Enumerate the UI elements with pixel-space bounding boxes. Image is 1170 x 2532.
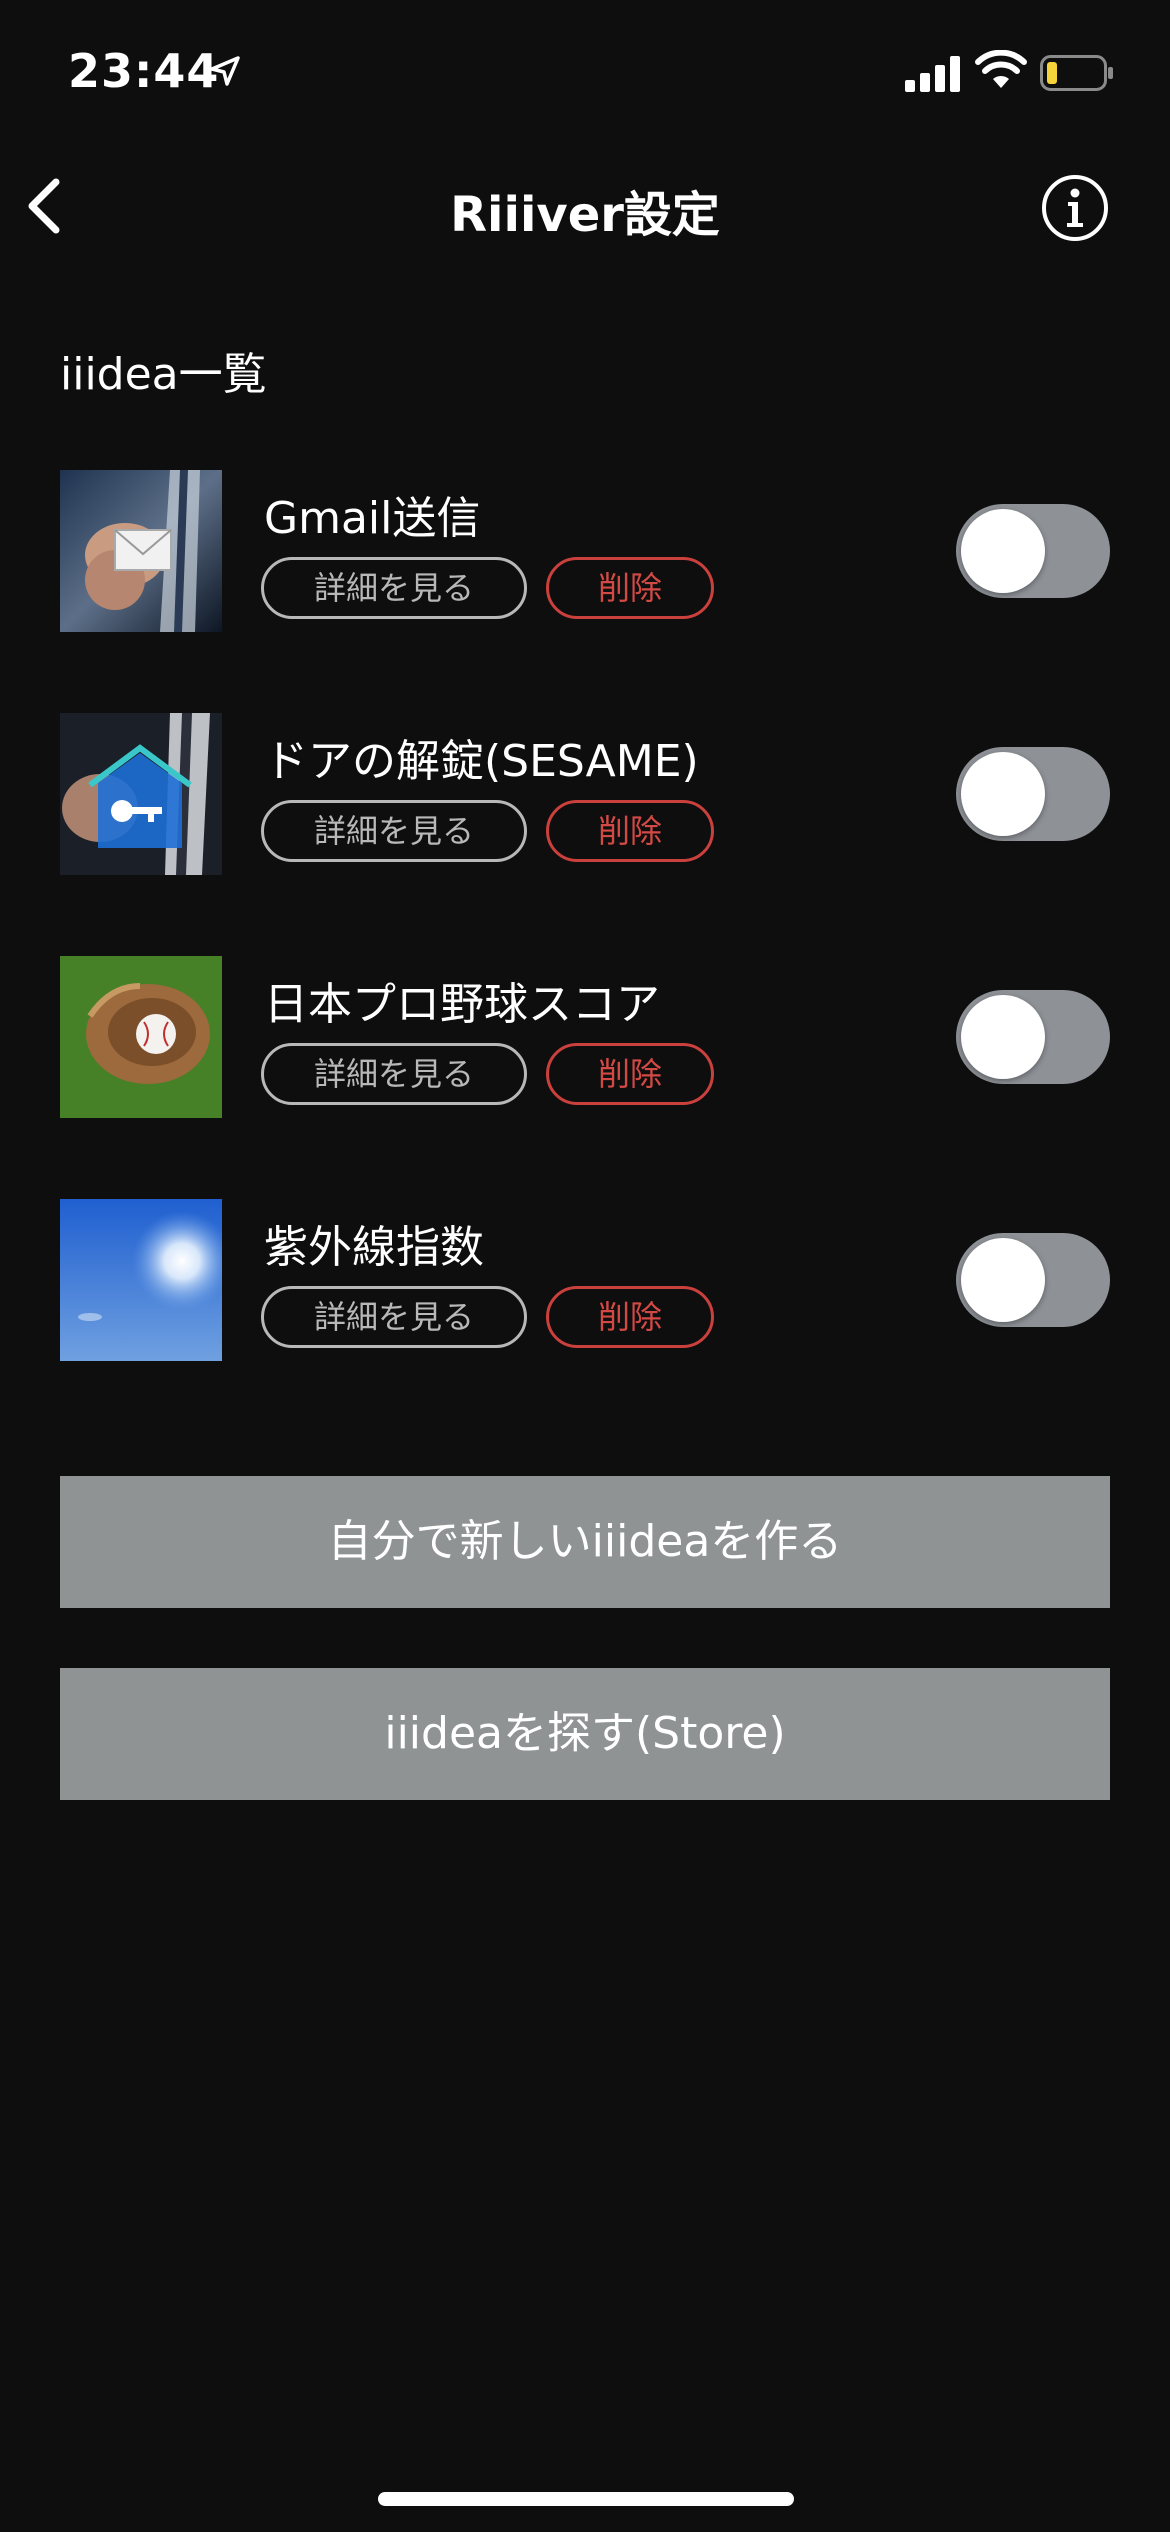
toggle-knob [961, 1238, 1045, 1322]
toggle-knob [961, 752, 1045, 836]
idea-item-gmail: Gmail送信 詳細を見る 削除 [0, 470, 1170, 635]
toggle-switch[interactable] [956, 990, 1110, 1084]
idea-name: 紫外線指数 [264, 1222, 484, 1273]
delete-button[interactable]: 削除 [546, 1286, 714, 1348]
location-arrow-icon [210, 56, 240, 86]
wifi-icon [975, 50, 1027, 88]
toggle-switch[interactable] [956, 1233, 1110, 1327]
info-icon[interactable] [1040, 173, 1110, 243]
idea-name: 日本プロ野球スコア [264, 979, 660, 1030]
delete-button[interactable]: 削除 [546, 800, 714, 862]
battery-icon [1040, 55, 1113, 91]
hand-house-key-image [60, 713, 222, 875]
hand-envelope-image [60, 470, 222, 632]
page-title: Riiiver設定 [450, 187, 720, 243]
toggle-knob [961, 509, 1045, 593]
create-iiidea-button[interactable]: 自分で新しいiiideaを作る [60, 1476, 1110, 1608]
idea-name: Gmail送信 [264, 493, 481, 544]
delete-button[interactable]: 削除 [546, 557, 714, 619]
baseball-glove-image [60, 956, 222, 1118]
delete-button[interactable]: 削除 [546, 1043, 714, 1105]
signal-icon [905, 56, 960, 92]
detail-button[interactable]: 詳細を見る [261, 557, 527, 619]
sun-sky-image [60, 1199, 222, 1361]
idea-item-uv: 紫外線指数 詳細を見る 削除 [0, 1199, 1170, 1364]
detail-button[interactable]: 詳細を見る [261, 1286, 527, 1348]
toggle-knob [961, 995, 1045, 1079]
idea-name: ドアの解錠(SESAME) [264, 736, 699, 787]
toggle-switch[interactable] [956, 504, 1110, 598]
status-bar: 23:44 [0, 0, 1170, 150]
section-title: iiidea一覧 [60, 349, 267, 400]
home-indicator[interactable] [378, 2492, 794, 2506]
store-button[interactable]: iiideaを探す(Store) [60, 1668, 1110, 1800]
idea-item-sesame: ドアの解錠(SESAME) 詳細を見る 削除 [0, 713, 1170, 878]
detail-button[interactable]: 詳細を見る [261, 1043, 527, 1105]
toggle-switch[interactable] [956, 747, 1110, 841]
idea-item-baseball: 日本プロ野球スコア 詳細を見る 削除 [0, 956, 1170, 1121]
status-time: 23:44 [68, 44, 220, 98]
detail-button[interactable]: 詳細を見る [261, 800, 527, 862]
